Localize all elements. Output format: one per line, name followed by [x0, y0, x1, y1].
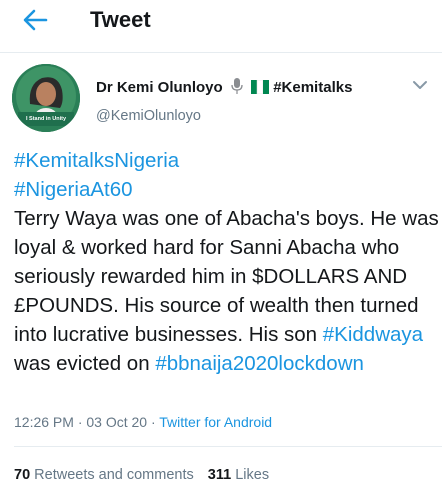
likes-label: Likes [231, 467, 270, 483]
tweet-timestamp: 12:26 PM · 03 Oct 20 · [14, 414, 160, 430]
tweet-source-link[interactable]: Twitter for Android [159, 414, 272, 430]
stats-divider [14, 446, 442, 447]
likes-count: 311 [207, 467, 232, 483]
tweet-meta: 12:26 PM · 03 Oct 20 · Twitter for Andro… [14, 414, 272, 430]
avatar-badge-text: I Stand in Unity [26, 116, 67, 122]
likes-stat[interactable]: 311 Likes [208, 467, 269, 483]
arrow-left-icon[interactable] [22, 9, 48, 31]
top-bar: Tweet [0, 0, 442, 42]
hashtag-nigeriaat60[interactable]: #NigeriaAt60 [14, 178, 133, 201]
hashtag-kiddwaya[interactable]: #Kiddwaya [323, 323, 423, 346]
author-display-name: Dr Kemi Olunloyo [96, 79, 223, 96]
hashtag-kemitalksnigeria[interactable]: #KemitalksNigeria [14, 149, 179, 172]
retweets-count: 70 [14, 467, 31, 483]
author-name[interactable]: Dr Kemi Olunloyo #Kemitalks [96, 78, 352, 98]
hashtag-bbnaija2020lockdown[interactable]: #bbnaija2020lockdown [155, 352, 364, 375]
microphone-icon [231, 78, 243, 98]
chevron-down-icon[interactable] [412, 80, 428, 90]
avatar[interactable]: I Stand in Unity [12, 64, 80, 132]
page-title: Tweet [90, 7, 151, 32]
tweet-text-segment: was evicted on [14, 352, 156, 375]
author-handle[interactable]: @KemiOlunloyo [96, 108, 201, 124]
nigeria-flag-icon [251, 79, 270, 98]
tweet-stats: 70 Retweets and comments 311 Likes [14, 467, 269, 483]
header-divider [0, 52, 442, 53]
retweets-label: Retweets and comments [30, 467, 194, 483]
retweets-stat[interactable]: 70 Retweets and comments [14, 467, 194, 483]
author-name-hashtag: #Kemitalks [273, 79, 353, 96]
tweet-text: #KemitalksNigeria #NigeriaAt60 Terry Waya … [14, 146, 440, 378]
